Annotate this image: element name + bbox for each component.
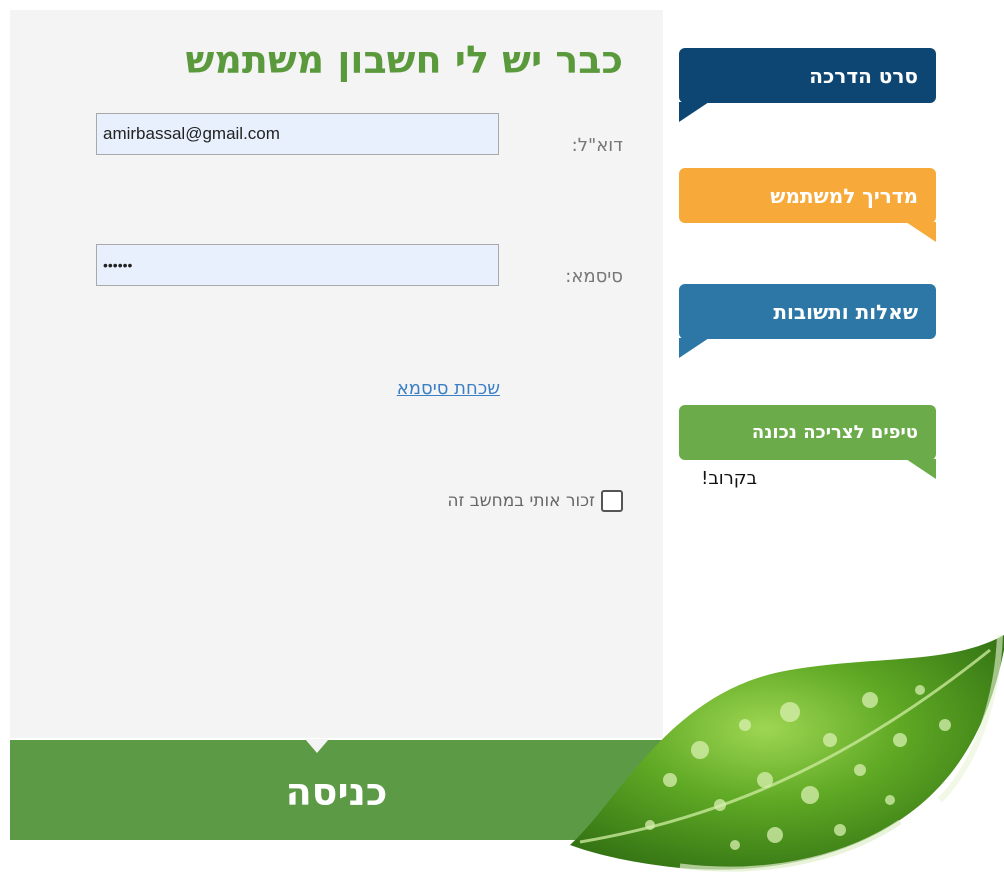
email-field[interactable] bbox=[96, 113, 499, 155]
login-button-label: כניסה bbox=[285, 770, 388, 814]
forgot-password-link[interactable]: שכחת סיסמא bbox=[397, 378, 500, 399]
ribbon-tail bbox=[679, 102, 709, 122]
ribbon-tail bbox=[679, 338, 709, 358]
leaf-image bbox=[570, 634, 1004, 872]
menu-faq[interactable]: שאלות ותשובות bbox=[679, 284, 936, 358]
menu-user-guide[interactable]: מדריך למשתמש bbox=[679, 168, 936, 242]
coming-soon-text: בקרוב! bbox=[701, 468, 757, 489]
ribbon-tail bbox=[906, 222, 936, 242]
remember-me-label: זכור אותי במחשב זה bbox=[447, 491, 595, 511]
login-panel: כבר יש לי חשבון משתמש דוא"ל: סיסמא: שכחת… bbox=[10, 10, 663, 738]
ribbon-tail bbox=[906, 459, 936, 479]
email-label: דוא"ל: bbox=[571, 135, 623, 156]
menu-training-video[interactable]: סרט הדרכה bbox=[679, 48, 936, 122]
menu-user-guide-label: מדריך למשתמש bbox=[770, 183, 918, 208]
password-field[interactable] bbox=[96, 244, 499, 286]
submit-notch bbox=[305, 739, 329, 753]
password-label: סיסמא: bbox=[565, 266, 623, 287]
remember-me[interactable]: זכור אותי במחשב זה bbox=[447, 490, 623, 512]
login-title: כבר יש לי חשבון משתמש bbox=[185, 38, 623, 82]
remember-me-checkbox[interactable] bbox=[601, 490, 623, 512]
menu-training-video-label: סרט הדרכה bbox=[809, 63, 918, 88]
menu-tips[interactable]: טיפים לצריכה נכונה bbox=[679, 405, 936, 479]
menu-faq-label: שאלות ותשובות bbox=[773, 299, 918, 324]
menu-tips-label: טיפים לצריכה נכונה bbox=[751, 422, 918, 443]
